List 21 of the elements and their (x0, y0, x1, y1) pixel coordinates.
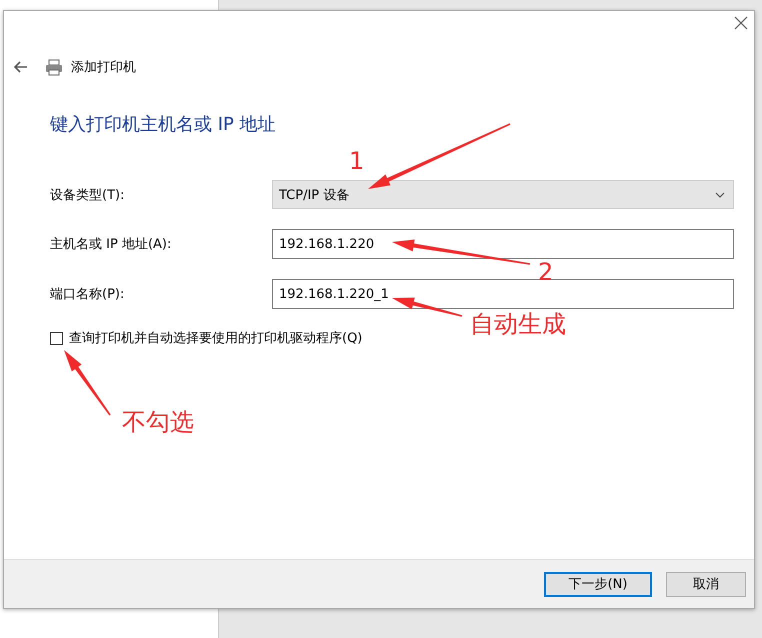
checkbox-label: 查询打印机并自动选择要使用的打印机驱动程序(Q) (69, 330, 362, 347)
cancel-button[interactable]: 取消 (666, 572, 746, 596)
annotation-text: 不勾选 (122, 408, 194, 436)
page-heading: 键入打印机主机名或 IP 地址 (50, 113, 277, 136)
printer-icon (45, 58, 63, 76)
checkbox[interactable] (50, 332, 63, 344)
caret-icon (715, 192, 725, 198)
annotation-text: 自动生成 (470, 310, 566, 338)
annotation-arrow (392, 298, 462, 317)
back-arrow-icon[interactable] (14, 61, 28, 73)
annotation-text: 1 (349, 147, 364, 175)
field-label: 设备类型(T): (50, 186, 126, 204)
dialog-title: 添加打印机 (71, 59, 136, 76)
field-label: 主机名或 IP 地址(A): (50, 236, 172, 253)
field-label: 端口名称(P): (50, 286, 126, 303)
device-type-dropdown[interactable]: TCP/IP 设备 (272, 180, 734, 209)
close-button[interactable] (734, 16, 748, 30)
annotation-arrow (64, 350, 111, 416)
next-button[interactable]: 下一步(N) (544, 572, 652, 596)
input-field[interactable]: 192.168.1.220_1 (272, 279, 734, 309)
input-field[interactable]: 192.168.1.220 (272, 229, 734, 259)
